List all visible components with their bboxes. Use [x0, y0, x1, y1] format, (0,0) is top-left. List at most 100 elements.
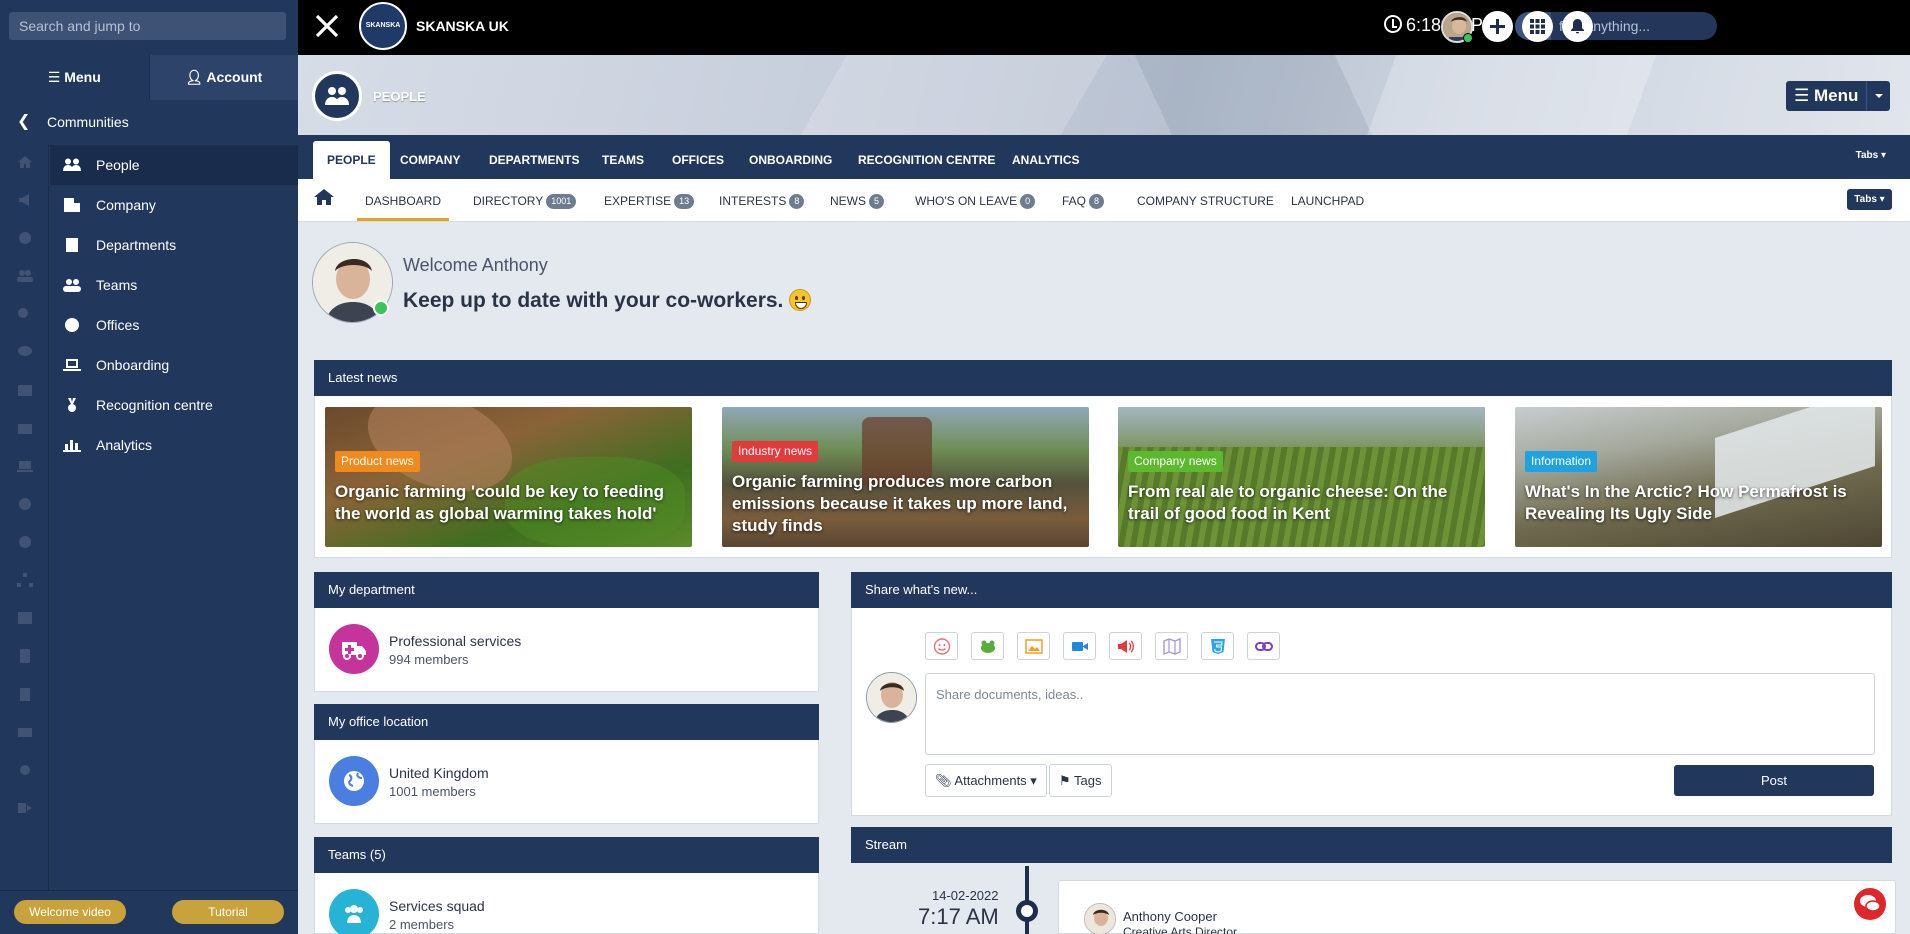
- tab-dashboard[interactable]: DASHBOARD: [357, 179, 450, 221]
- user-circle-icon[interactable]: [17, 497, 33, 511]
- news-card-photo: [1118, 407, 1485, 447]
- tab-company-structure[interactable]: COMPANY STRUCTURE: [1137, 179, 1274, 221]
- composer-avatar[interactable]: [866, 672, 917, 723]
- tabs-dropdown[interactable]: Tabs ▾: [1856, 150, 1886, 161]
- sidebar-item-onboarding[interactable]: Onboarding: [50, 345, 298, 385]
- add-button[interactable]: [1482, 11, 1513, 42]
- comments-icon: [1860, 895, 1881, 912]
- tab-company[interactable]: COMPANY: [400, 141, 460, 179]
- video-icon[interactable]: [1063, 632, 1096, 660]
- office-name[interactable]: United Kingdom: [389, 765, 489, 781]
- tab-onboarding[interactable]: ONBOARDING: [749, 141, 832, 179]
- attachments-dropdown[interactable]: 📎︎ Attachments ▾: [925, 764, 1047, 797]
- count-badge: 5: [869, 194, 885, 209]
- news-card[interactable]: Information What's In the Arctic? How Pe…: [1515, 407, 1882, 547]
- tab-recognition-centre[interactable]: RECOGNITION CENTRE: [858, 141, 995, 179]
- tab-people[interactable]: PEOPLE: [313, 141, 390, 179]
- sidebar-back-communities[interactable]: ❮ Communities: [0, 106, 298, 138]
- gear-icon[interactable]: [17, 763, 33, 777]
- globe-icon[interactable]: [17, 231, 33, 245]
- badge-icon[interactable]: [17, 535, 33, 549]
- post-author-name[interactable]: Anthony Cooper: [1123, 909, 1217, 924]
- tags-button[interactable]: ⚑ Tags: [1049, 764, 1112, 797]
- news-card[interactable]: Company news From real ale to organic ch…: [1118, 407, 1485, 547]
- chat-button[interactable]: [1854, 888, 1886, 920]
- share-header: Share what's new...: [851, 572, 1892, 608]
- share-textarea[interactable]: Share documents, ideas..: [925, 673, 1875, 755]
- tab-departments[interactable]: DEPARTMENTS: [489, 141, 579, 179]
- company-logo[interactable]: SKANSKA: [359, 2, 407, 50]
- news-title: Organic farming produces more carbon emi…: [732, 472, 1068, 535]
- sidebar-item-company[interactable]: Company: [50, 185, 298, 225]
- tab-directory[interactable]: DIRECTORY 1001: [473, 179, 577, 221]
- inbox-icon[interactable]: [17, 725, 33, 739]
- tab-whos-on-leave[interactable]: WHO'S ON LEAVE 0: [915, 179, 1036, 221]
- map-icon[interactable]: [1155, 632, 1188, 660]
- clipboard-icon[interactable]: [17, 687, 33, 701]
- close-icon[interactable]: [314, 13, 340, 39]
- post-button[interactable]: Post: [1674, 765, 1874, 796]
- news-icon[interactable]: [17, 611, 33, 625]
- tab-teams[interactable]: TEAMS: [602, 141, 644, 179]
- frog-icon[interactable]: [971, 632, 1004, 660]
- news-card[interactable]: Industry news Organic farming produces m…: [722, 407, 1089, 547]
- sidebar-search-input[interactable]: Search and jump to: [9, 12, 286, 40]
- sidebar-tab-menu[interactable]: ☰ Menu: [0, 55, 149, 100]
- sidebar-item-label: Onboarding: [96, 357, 170, 373]
- sign-out-icon[interactable]: [17, 801, 33, 815]
- tab-news[interactable]: NEWS 5: [830, 179, 885, 221]
- apps-button[interactable]: [1522, 11, 1553, 42]
- comments-icon[interactable]: [17, 345, 33, 359]
- tab-interests[interactable]: INTERESTS 8: [719, 179, 805, 221]
- news-tag: Industry news: [732, 441, 819, 462]
- laptop-icon[interactable]: [17, 459, 33, 473]
- html5-icon[interactable]: [1201, 632, 1234, 660]
- sidebar-item-teams[interactable]: Teams: [50, 265, 298, 305]
- tab-faq[interactable]: FAQ 8: [1062, 179, 1105, 221]
- sidebar-footer: Welcome video Tutorial: [0, 890, 298, 934]
- image-icon[interactable]: [1017, 632, 1050, 660]
- search-icon[interactable]: [17, 307, 33, 321]
- megaphone-icon[interactable]: [1109, 632, 1142, 660]
- department-name[interactable]: Professional services: [389, 633, 521, 649]
- sidebar-item-people[interactable]: People: [50, 145, 298, 185]
- sidebar-item-label: Offices: [96, 317, 140, 333]
- users-icon[interactable]: [17, 269, 33, 283]
- sidebar-item-departments[interactable]: Departments: [50, 225, 298, 265]
- sidebar-item-analytics[interactable]: Analytics: [50, 425, 298, 465]
- calendar-icon[interactable]: [17, 383, 33, 397]
- sidebar-item-offices[interactable]: Offices: [50, 305, 298, 345]
- store-icon[interactable]: [17, 421, 33, 435]
- tab-launchpad[interactable]: LAUNCHPAD: [1291, 179, 1364, 221]
- chevron-down-icon[interactable]: [1866, 81, 1890, 111]
- emoji-icon[interactable]: [925, 632, 958, 660]
- banner-menu-button[interactable]: ☰ Menu: [1786, 81, 1890, 111]
- attachments-label: Attachments: [954, 773, 1027, 788]
- news-tag: Company news: [1128, 451, 1223, 472]
- sidebar-item-label: Analytics: [96, 437, 153, 453]
- document-icon[interactable]: [17, 649, 33, 663]
- secondary-tabs-dropdown[interactable]: Tabs ▾: [1847, 189, 1892, 210]
- sidebar-tab-account[interactable]: 👤︎ Account: [148, 55, 298, 100]
- count-badge: 8: [789, 194, 805, 209]
- link-icon[interactable]: [1247, 632, 1280, 660]
- home-icon[interactable]: [17, 155, 33, 169]
- sidebar-item-recognition-centre[interactable]: Recognition centre: [50, 385, 298, 425]
- news-card[interactable]: Product news Organic farming 'could be k…: [325, 407, 692, 547]
- teams-body[interactable]: Services squad 2 members: [314, 873, 819, 934]
- welcome-video-button[interactable]: Welcome video: [14, 900, 126, 924]
- my-office-body[interactable]: United Kingdom 1001 members: [314, 740, 819, 824]
- notifications-button[interactable]: [1562, 11, 1593, 42]
- tab-analytics[interactable]: ANALYTICS: [1012, 141, 1080, 179]
- sidebar-icon-rail: [0, 145, 49, 890]
- post-author-avatar[interactable]: [1084, 903, 1116, 934]
- tab-expertise[interactable]: EXPERTISE 13: [604, 179, 695, 221]
- my-department-body[interactable]: Professional services 994 members: [314, 608, 819, 692]
- tutorial-button[interactable]: Tutorial: [172, 900, 284, 924]
- megaphone-icon[interactable]: [17, 193, 33, 207]
- sitemap-icon[interactable]: [17, 573, 33, 587]
- team-name[interactable]: Services squad: [389, 898, 485, 914]
- home-icon[interactable]: [314, 188, 334, 206]
- grinning-emoji-icon: [789, 289, 812, 311]
- tab-offices[interactable]: OFFICES: [672, 141, 724, 179]
